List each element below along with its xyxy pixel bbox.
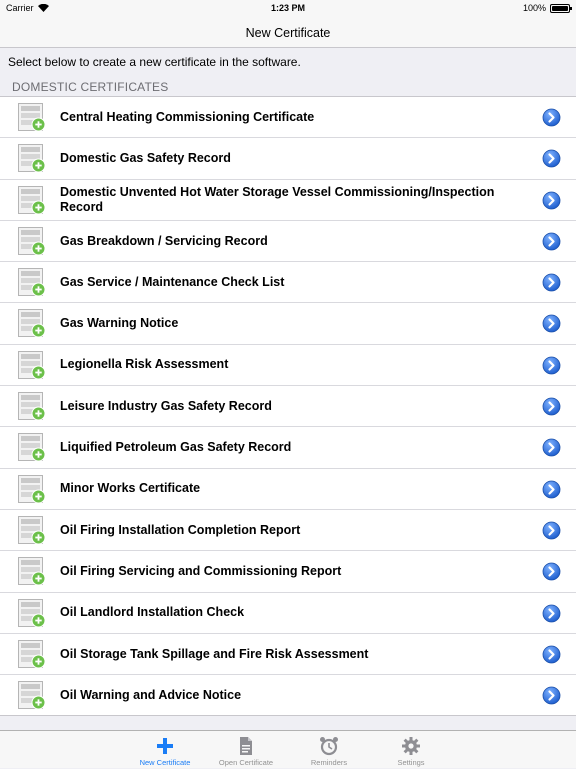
plus-icon (130, 735, 200, 757)
new-document-icon (17, 475, 46, 504)
disclosure-button-icon[interactable] (542, 397, 561, 416)
alarm-clock-icon (294, 735, 364, 757)
certificate-row[interactable]: Leisure Industry Gas Safety Record (0, 386, 576, 427)
disclosure-button-icon[interactable] (542, 438, 561, 457)
disclosure-button-icon[interactable] (542, 562, 561, 581)
disclosure-button-icon[interactable] (542, 604, 561, 623)
battery-icon (550, 4, 570, 13)
new-document-icon (17, 599, 46, 628)
certificate-row[interactable]: Gas Breakdown / Servicing Record (0, 221, 576, 262)
certificate-row[interactable]: Oil Landlord Installation Check (0, 593, 576, 634)
certificate-label: Domestic Unvented Hot Water Storage Vess… (60, 185, 530, 215)
new-document-icon (17, 681, 46, 710)
tab-label: Reminders (294, 758, 364, 767)
new-document-icon (17, 351, 46, 380)
new-document-icon (17, 268, 46, 297)
battery-percent: 100% (523, 3, 546, 13)
certificate-label: Liquified Petroleum Gas Safety Record (60, 440, 530, 455)
disclosure-button-icon[interactable] (542, 686, 561, 705)
disclosure-button-icon[interactable] (542, 191, 561, 210)
certificate-label: Oil Storage Tank Spillage and Fire Risk … (60, 647, 530, 662)
tab-open-certificate[interactable]: Open Certificate (211, 731, 281, 769)
certificate-label: Domestic Gas Safety Record (60, 151, 530, 166)
certificate-row[interactable]: Legionella Risk Assessment (0, 345, 576, 386)
disclosure-button-icon[interactable] (542, 356, 561, 375)
battery-indicator: 100% (523, 3, 570, 13)
status-bar: Carrier 1:23 PM 100% (0, 0, 576, 18)
new-document-icon (17, 309, 46, 338)
intro-text: Select below to create a new certificate… (8, 55, 301, 69)
disclosure-button-icon[interactable] (542, 314, 561, 333)
certificate-row[interactable]: Central Heating Commissioning Certificat… (0, 97, 576, 138)
tab-reminders[interactable]: Reminders (294, 731, 364, 769)
new-document-icon (17, 516, 46, 545)
section-header: DOMESTIC CERTIFICATES (12, 80, 168, 94)
tab-label: New Certificate (130, 758, 200, 767)
tab-label: Settings (376, 758, 446, 767)
page-title: New Certificate (0, 18, 576, 48)
certificate-row[interactable]: Liquified Petroleum Gas Safety Record (0, 427, 576, 468)
certificate-label: Oil Landlord Installation Check (60, 605, 530, 620)
disclosure-button-icon[interactable] (542, 521, 561, 540)
certificate-row[interactable]: Gas Service / Maintenance Check List (0, 262, 576, 303)
new-document-icon (17, 227, 46, 256)
tab-settings[interactable]: Settings (376, 731, 446, 769)
certificate-label: Legionella Risk Assessment (60, 357, 530, 372)
disclosure-button-icon[interactable] (542, 480, 561, 499)
navigation-bar: New Certificate (0, 18, 576, 48)
certificate-label: Oil Firing Installation Completion Repor… (60, 523, 530, 538)
certificate-label: Gas Service / Maintenance Check List (60, 275, 530, 290)
certificate-row[interactable]: Oil Firing Servicing and Commissioning R… (0, 551, 576, 592)
disclosure-button-icon[interactable] (542, 232, 561, 251)
disclosure-button-icon[interactable] (542, 108, 561, 127)
certificate-row[interactable]: Gas Warning Notice (0, 303, 576, 344)
new-document-icon (17, 433, 46, 462)
certificate-label: Oil Firing Servicing and Commissioning R… (60, 564, 530, 579)
disclosure-button-icon[interactable] (542, 149, 561, 168)
certificate-row[interactable]: Oil Warning and Advice Notice (0, 675, 576, 716)
certificate-label: Gas Warning Notice (60, 316, 530, 331)
new-document-icon (17, 144, 46, 173)
certificate-label: Central Heating Commissioning Certificat… (60, 110, 530, 125)
new-document-icon (17, 392, 46, 421)
certificate-row[interactable]: Oil Storage Tank Spillage and Fire Risk … (0, 634, 576, 675)
tab-new-certificate[interactable]: New Certificate (130, 731, 200, 769)
new-document-icon (17, 640, 46, 669)
disclosure-button-icon[interactable] (542, 645, 561, 664)
gear-icon (376, 735, 446, 757)
certificate-row[interactable]: Domestic Unvented Hot Water Storage Vess… (0, 180, 576, 221)
document-icon (211, 735, 281, 757)
new-document-icon (17, 557, 46, 586)
certificate-row[interactable]: Oil Firing Installation Completion Repor… (0, 510, 576, 551)
tab-label: Open Certificate (211, 758, 281, 767)
certificate-label: Minor Works Certificate (60, 481, 530, 496)
certificate-label: Leisure Industry Gas Safety Record (60, 399, 530, 414)
certificate-row[interactable]: Minor Works Certificate (0, 469, 576, 510)
certificate-list: Central Heating Commissioning Certificat… (0, 96, 576, 716)
certificate-label: Gas Breakdown / Servicing Record (60, 234, 530, 249)
disclosure-button-icon[interactable] (542, 273, 561, 292)
certificate-row[interactable]: Domestic Gas Safety Record (0, 138, 576, 179)
tab-bar: New Certificate Open Certificate Reminders… (0, 730, 576, 768)
clock: 1:23 PM (0, 3, 576, 13)
new-document-icon (17, 103, 46, 132)
certificate-label: Oil Warning and Advice Notice (60, 688, 530, 703)
new-document-icon (17, 186, 46, 215)
